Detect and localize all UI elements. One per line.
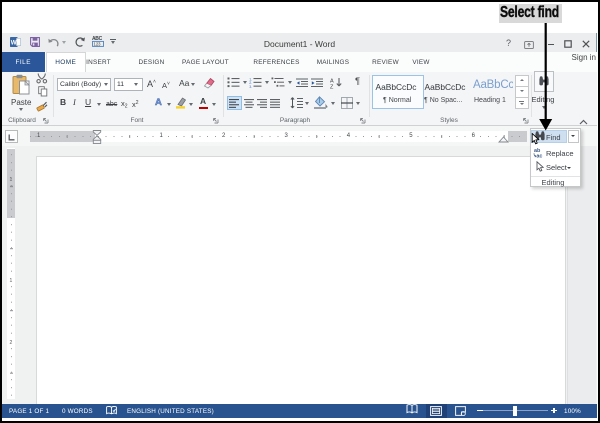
svg-text:ac: ac xyxy=(536,153,542,157)
svg-text:Z: Z xyxy=(330,84,334,89)
svg-text:3.: 3. xyxy=(249,85,252,88)
svg-text:W: W xyxy=(11,39,17,46)
svg-text:123: 123 xyxy=(94,42,102,47)
